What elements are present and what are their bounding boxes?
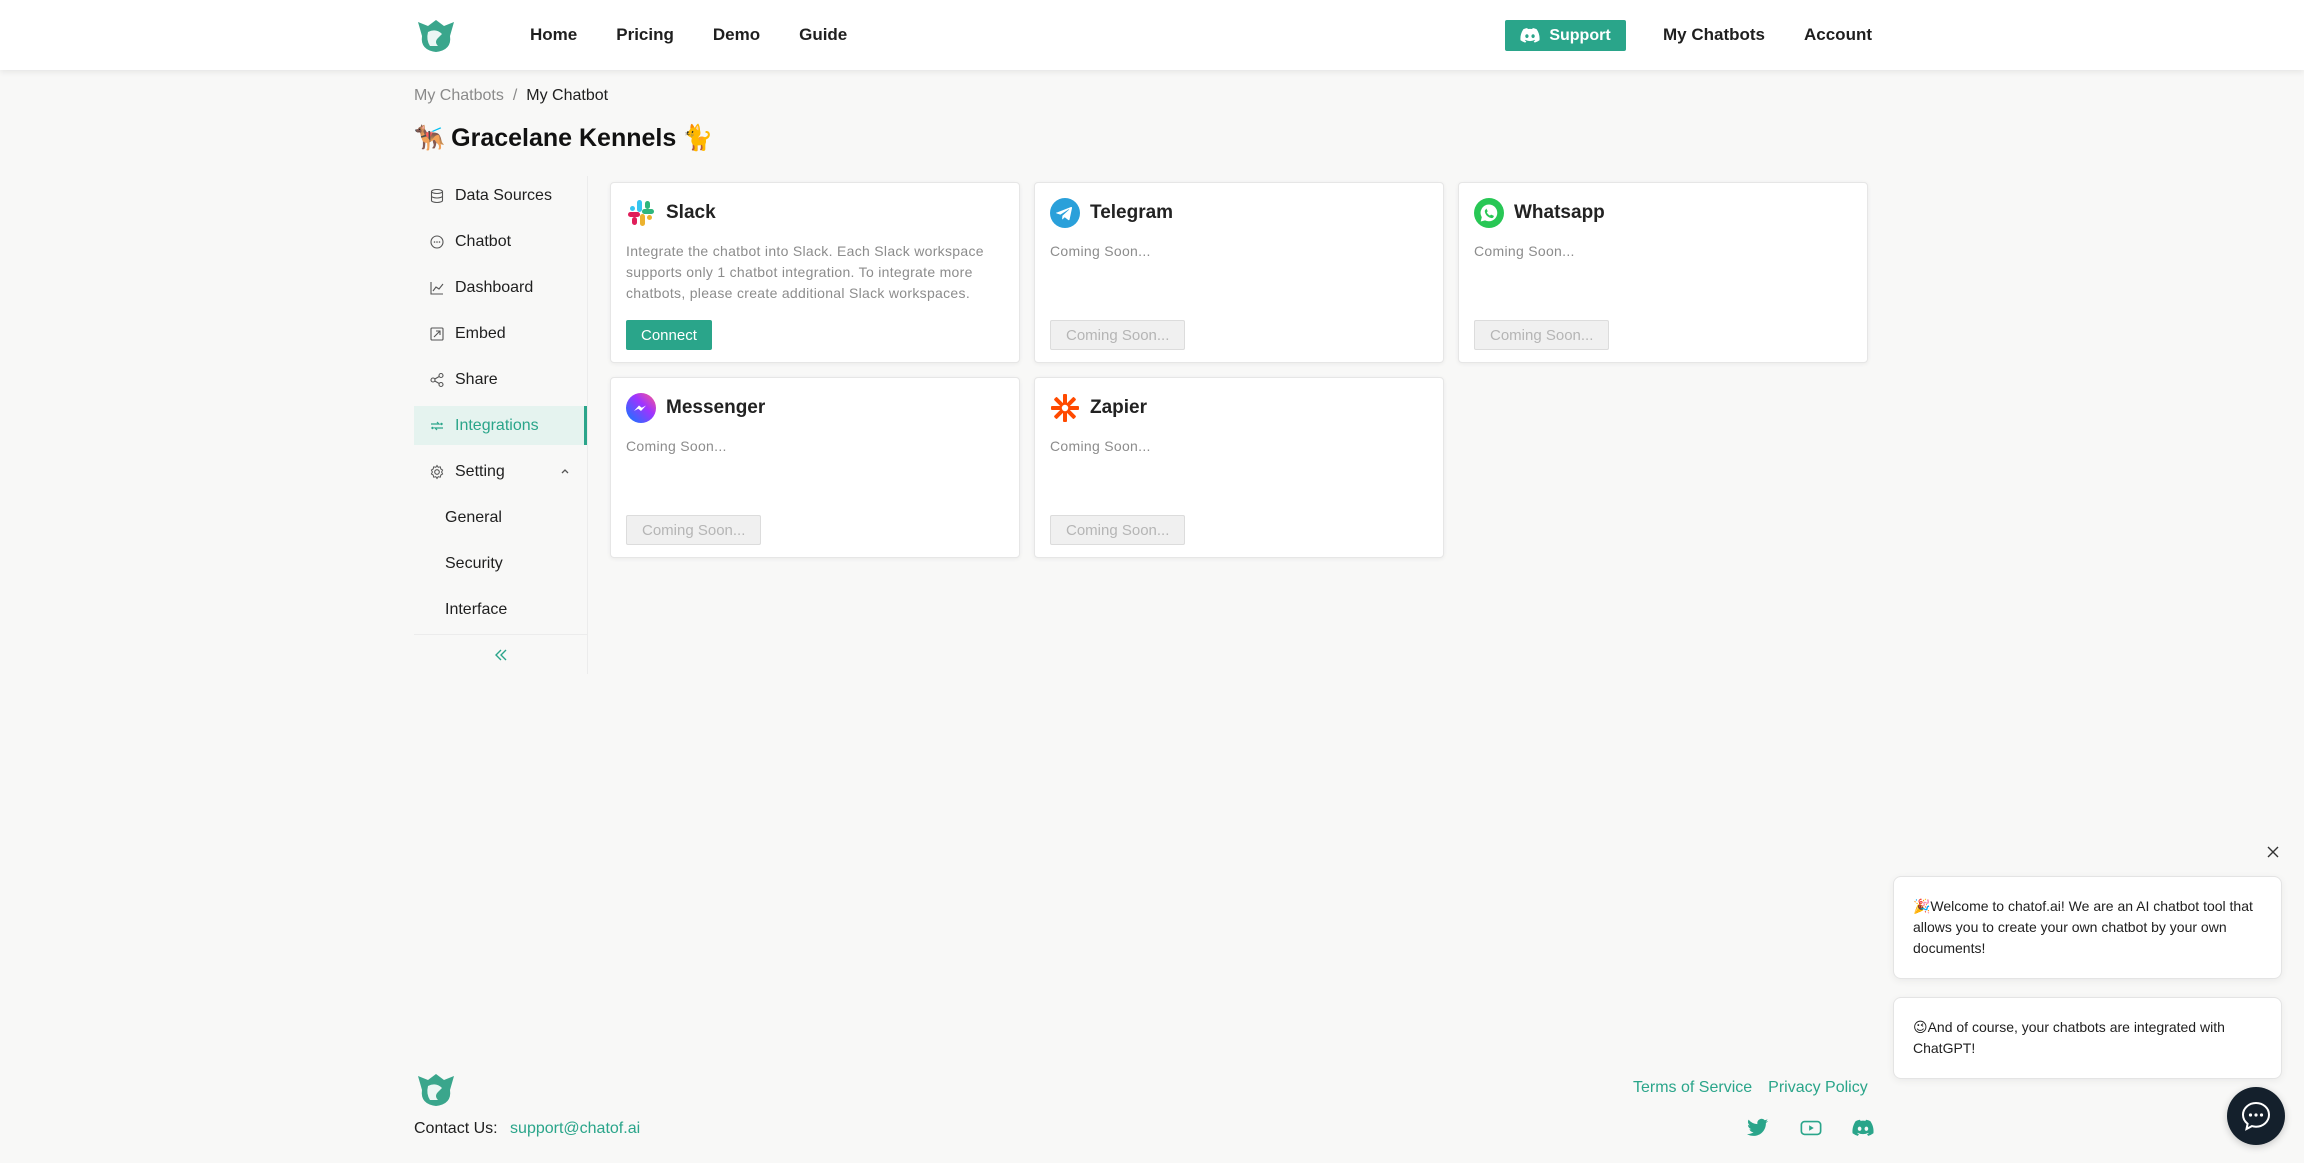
card-description: Coming Soon...	[1050, 243, 1151, 259]
card-description: Coming Soon...	[1050, 438, 1151, 454]
embed-icon	[430, 326, 444, 341]
sidebar-item-share[interactable]: Share	[414, 360, 587, 399]
breadcrumb-current: My Chatbot	[526, 87, 609, 104]
page-title: 🐕‍🦺 Gracelane Kennels 🐈	[414, 124, 713, 153]
chat-icon	[430, 234, 444, 249]
integration-card-telegram: Telegram Coming Soon... Coming Soon...	[1034, 182, 1444, 363]
main-nav: Home Pricing Demo Guide	[530, 0, 886, 70]
sidebar-item-setting[interactable]: Setting	[414, 452, 587, 491]
sidebar-subitem-security[interactable]: Security	[414, 544, 587, 583]
nav-pricing[interactable]: Pricing	[616, 25, 674, 45]
chat-message-welcome: 🎉Welcome to chatof.ai! We are an AI chat…	[1893, 876, 2282, 979]
sidebar-item-label: Chatbot	[455, 232, 512, 250]
sidebar-item-label: Embed	[455, 324, 506, 342]
chat-launcher-button[interactable]	[2227, 1087, 2285, 1145]
nav-home[interactable]: Home	[530, 25, 577, 45]
privacy-policy-link[interactable]: Privacy Policy	[1768, 1079, 1868, 1097]
nav-guide[interactable]: Guide	[799, 25, 847, 45]
sidebar-item-label: General	[445, 508, 502, 526]
account-nav: My Chatbots Account	[1663, 0, 1911, 70]
card-title: Whatsapp	[1514, 202, 1605, 223]
messenger-icon	[626, 393, 656, 423]
slack-icon	[628, 200, 654, 226]
contact-email-link[interactable]: support@chatof.ai	[510, 1120, 640, 1137]
sidebar-item-chatbot[interactable]: Chatbot	[414, 222, 587, 261]
sidebar-item-label: Data Sources	[455, 186, 552, 204]
title-emoji-dog: 🐕‍🦺	[414, 124, 446, 152]
top-header: Home Pricing Demo Guide Support My Chatb…	[0, 0, 2304, 70]
footer-links: Terms of Service Privacy Policy	[1633, 1079, 1868, 1097]
discord-icon[interactable]	[1852, 1118, 1874, 1138]
contact-label: Contact Us:	[414, 1120, 498, 1137]
terms-of-service-link[interactable]: Terms of Service	[1633, 1079, 1752, 1097]
nav-my-chatbots[interactable]: My Chatbots	[1663, 25, 1765, 45]
sidebar-item-label: Security	[445, 554, 503, 572]
chevron-up-icon	[561, 469, 569, 474]
messenger-coming-soon-button[interactable]: Coming Soon...	[626, 515, 762, 545]
sidebar: Data Sources Chatbot Dashboard Embed Sha…	[414, 176, 588, 674]
sidebar-item-label: Setting	[455, 462, 505, 480]
title-text: Gracelane Kennels	[451, 124, 677, 152]
card-description: Coming Soon...	[626, 438, 727, 454]
card-title: Zapier	[1090, 397, 1148, 418]
chatof-logo-icon[interactable]	[414, 16, 458, 54]
twitter-icon[interactable]	[1747, 1118, 1769, 1138]
sidebar-item-integrations[interactable]: Integrations	[414, 406, 587, 445]
integrations-icon	[431, 421, 443, 430]
gear-icon	[430, 464, 444, 479]
sidebar-item-label: Share	[455, 370, 498, 388]
card-title: Slack	[666, 202, 716, 223]
double-chevron-left-icon	[495, 649, 507, 660]
integration-card-whatsapp: Whatsapp Coming Soon... Coming Soon...	[1458, 182, 1868, 363]
sidebar-item-dashboard[interactable]: Dashboard	[414, 268, 587, 307]
integration-card-messenger: Messenger Coming Soon... Coming Soon...	[610, 377, 1020, 558]
chat-bubble-icon	[2241, 1101, 2271, 1131]
breadcrumb: My Chatbots / My Chatbot	[414, 87, 608, 105]
support-label: Support	[1549, 26, 1611, 44]
sidebar-collapse-button[interactable]	[414, 634, 588, 674]
card-description: Coming Soon...	[1474, 243, 1575, 259]
sidebar-item-label: Integrations	[455, 416, 539, 434]
discord-icon	[1520, 28, 1540, 43]
close-icon[interactable]	[2264, 843, 2282, 861]
line-chart-icon	[430, 281, 444, 295]
share-icon	[430, 372, 444, 387]
nav-account[interactable]: Account	[1804, 25, 1872, 45]
slack-connect-button[interactable]: Connect	[626, 320, 712, 350]
card-description: Integrate the chatbot into Slack. Each S…	[626, 243, 984, 301]
youtube-icon[interactable]	[1800, 1118, 1822, 1138]
breadcrumb-separator: /	[512, 87, 518, 104]
zapier-icon	[1051, 394, 1079, 422]
sidebar-subitem-general[interactable]: General	[414, 498, 587, 537]
footer-logo-icon[interactable]	[414, 1070, 458, 1108]
card-title: Telegram	[1090, 202, 1174, 223]
breadcrumb-parent[interactable]: My Chatbots	[414, 87, 504, 105]
title-emoji-cat: 🐈	[682, 124, 714, 152]
sidebar-item-label: Dashboard	[455, 278, 534, 296]
footer-contact: Contact Us: support@chatof.ai	[414, 1120, 640, 1138]
zapier-coming-soon-button[interactable]: Coming Soon...	[1050, 515, 1186, 545]
card-title: Messenger	[666, 397, 766, 418]
integration-card-zapier: Zapier Coming Soon... Coming Soon...	[1034, 377, 1444, 558]
database-icon	[430, 188, 444, 203]
integration-card-slack: Slack Integrate the chatbot into Slack. …	[610, 182, 1020, 363]
sidebar-item-data-sources[interactable]: Data Sources	[414, 176, 587, 215]
whatsapp-icon	[1474, 198, 1504, 228]
telegram-icon	[1050, 198, 1080, 228]
support-button[interactable]: Support	[1505, 20, 1626, 51]
sidebar-item-label: Interface	[445, 600, 508, 618]
sidebar-subitem-interface[interactable]: Interface	[414, 590, 587, 629]
whatsapp-coming-soon-button[interactable]: Coming Soon...	[1474, 320, 1610, 350]
nav-demo[interactable]: Demo	[713, 25, 760, 45]
telegram-coming-soon-button[interactable]: Coming Soon...	[1050, 320, 1186, 350]
sidebar-item-embed[interactable]: Embed	[414, 314, 587, 353]
chat-message-chatgpt: 😉And of course, your chatbots are integr…	[1893, 997, 2282, 1079]
